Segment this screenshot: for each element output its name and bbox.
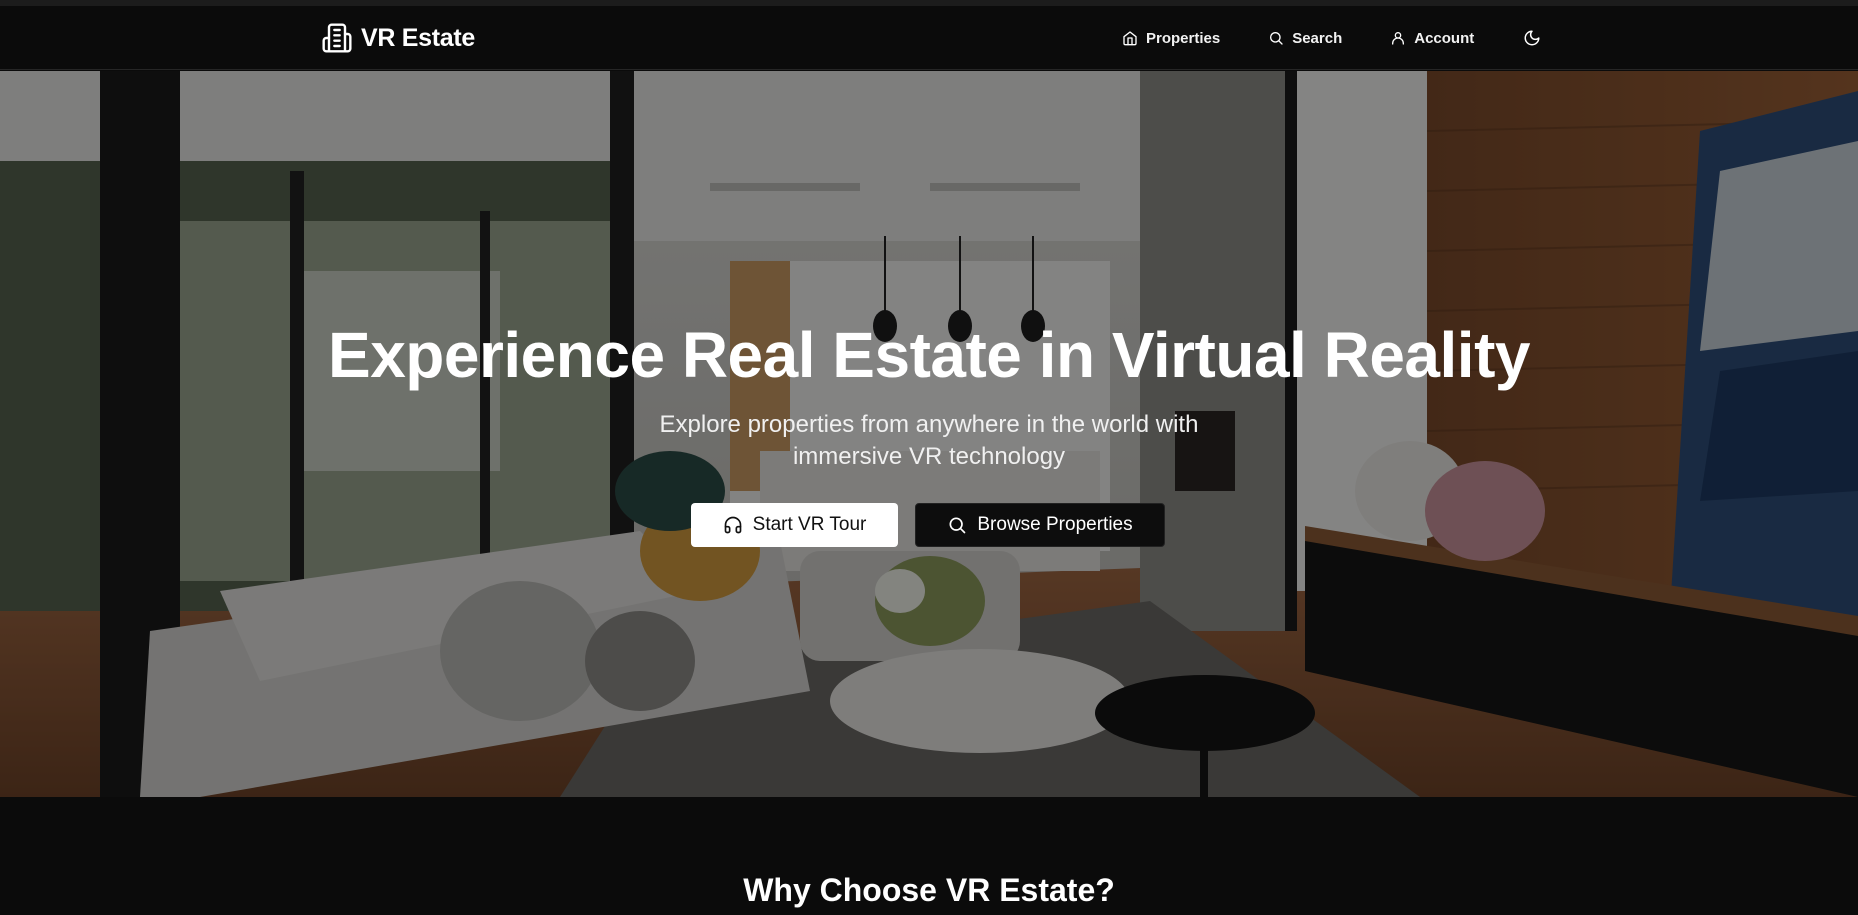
nav-account[interactable]: Account bbox=[1390, 30, 1474, 47]
hero-actions: Start VR Tour Browse Properties bbox=[691, 503, 1165, 547]
section-title: Why Choose VR Estate? bbox=[743, 872, 1115, 908]
navbar: VR Estate Properties Search Account bbox=[0, 6, 1858, 70]
search-icon bbox=[1270, 32, 1283, 45]
hero-title: Experience Real Estate in Virtual Realit… bbox=[328, 319, 1530, 391]
hero-section: Experience Real Estate in Virtual Realit… bbox=[0, 71, 1858, 797]
brand-name: VR Estate bbox=[361, 23, 476, 52]
user-icon bbox=[1392, 32, 1405, 45]
headphones-icon bbox=[724, 516, 741, 534]
hero-subtitle: Explore properties from anywhere in the … bbox=[659, 411, 1199, 470]
start-vr-tour-label: Start VR Tour bbox=[752, 514, 867, 535]
browse-properties-label: Browse Properties bbox=[977, 514, 1133, 535]
search-icon bbox=[949, 517, 966, 534]
moon-icon bbox=[1524, 30, 1540, 46]
nav-search[interactable]: Search bbox=[1268, 30, 1342, 47]
browse-properties-button[interactable]: Browse Properties bbox=[915, 503, 1165, 547]
nav-account-label: Account bbox=[1414, 29, 1475, 47]
building-icon bbox=[322, 23, 352, 53]
main-nav: Properties Search Account bbox=[1122, 28, 1542, 48]
nav-properties-label: Properties bbox=[1146, 29, 1221, 47]
brand-logo[interactable]: VR Estate bbox=[321, 22, 475, 54]
nav-properties[interactable]: Properties bbox=[1122, 30, 1220, 47]
theme-toggle-button[interactable] bbox=[1522, 28, 1542, 48]
home-icon bbox=[1123, 31, 1137, 46]
start-vr-tour-button[interactable]: Start VR Tour bbox=[691, 503, 898, 547]
nav-search-label: Search bbox=[1292, 29, 1343, 47]
